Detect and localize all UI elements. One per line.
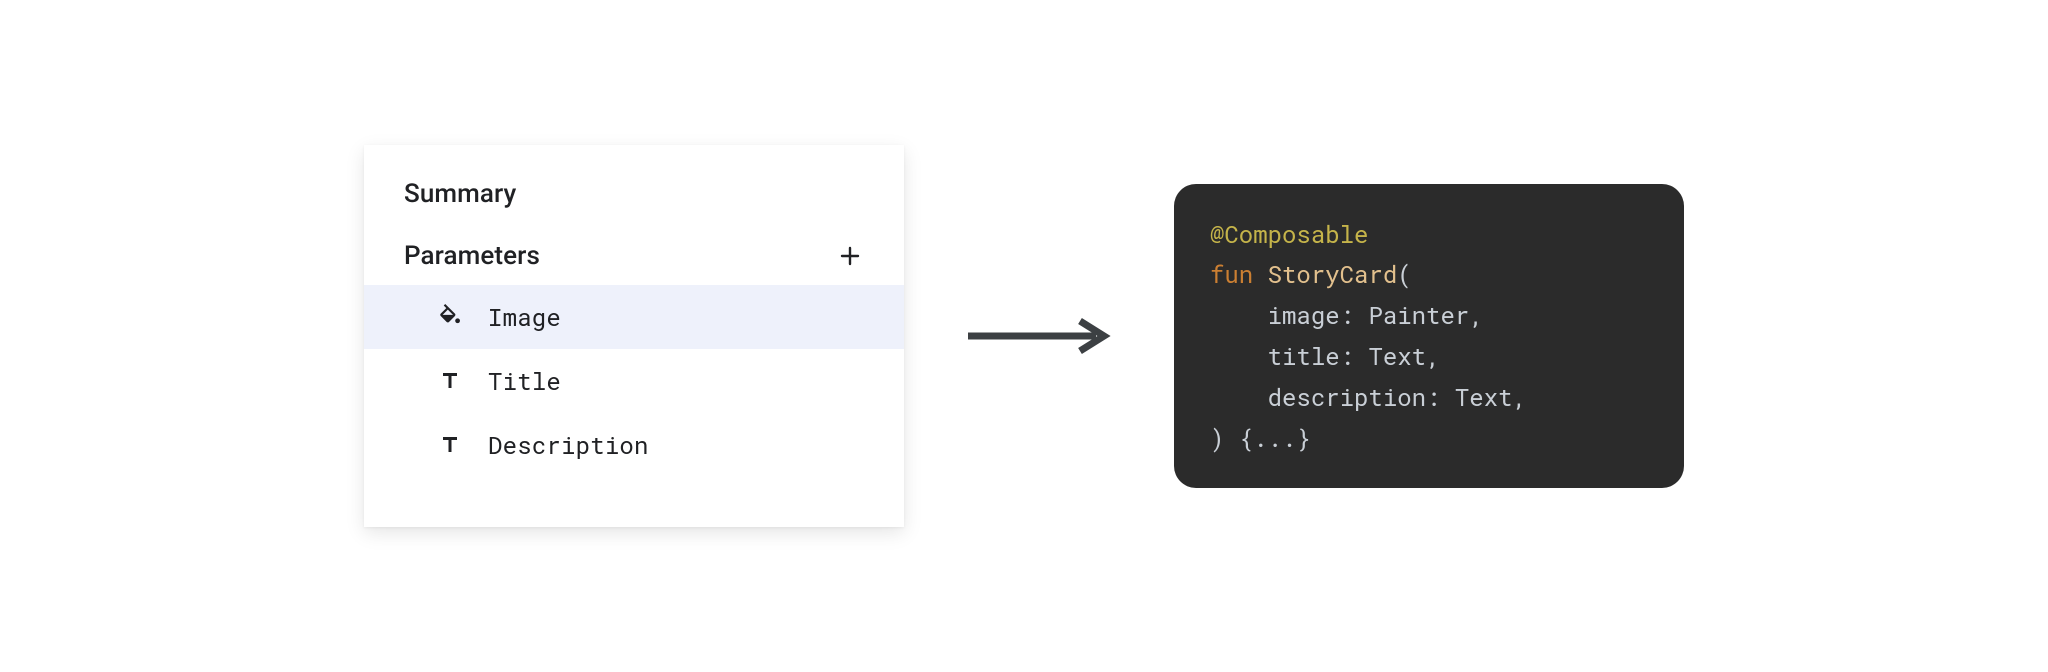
fill-icon (436, 303, 464, 331)
code-close-body: ) {...} (1210, 422, 1311, 454)
code-open-paren: ( (1397, 258, 1411, 290)
param-row-description[interactable]: Description (364, 413, 904, 477)
param-row-title[interactable]: Title (364, 349, 904, 413)
code-keyword-fun: fun (1210, 258, 1253, 290)
param-label: Title (488, 365, 561, 397)
code-block: @Composable fun StoryCard( image: Painte… (1174, 184, 1684, 489)
code-param-line: image: Painter, (1210, 299, 1484, 331)
parameter-list: Image Title Description (364, 285, 904, 477)
code-param-line: description: Text, (1210, 381, 1527, 413)
param-label: Description (488, 429, 649, 461)
param-label: Image (488, 301, 561, 333)
code-function-name: StoryCard (1268, 258, 1398, 290)
add-parameter-button[interactable] (836, 242, 864, 270)
text-type-icon (436, 367, 464, 395)
parameters-heading: Parameters (404, 241, 540, 271)
summary-heading: Summary (364, 179, 904, 227)
plus-icon (838, 244, 862, 268)
parameters-header-row: Parameters (364, 227, 904, 285)
param-row-image[interactable]: Image (364, 285, 904, 349)
arrow-right (964, 316, 1114, 356)
text-type-icon (436, 431, 464, 459)
code-param-line: title: Text, (1210, 340, 1440, 372)
parameters-panel: Summary Parameters Image (364, 145, 904, 527)
code-annotation: @Composable (1210, 218, 1368, 250)
arrow-right-icon (964, 316, 1114, 356)
